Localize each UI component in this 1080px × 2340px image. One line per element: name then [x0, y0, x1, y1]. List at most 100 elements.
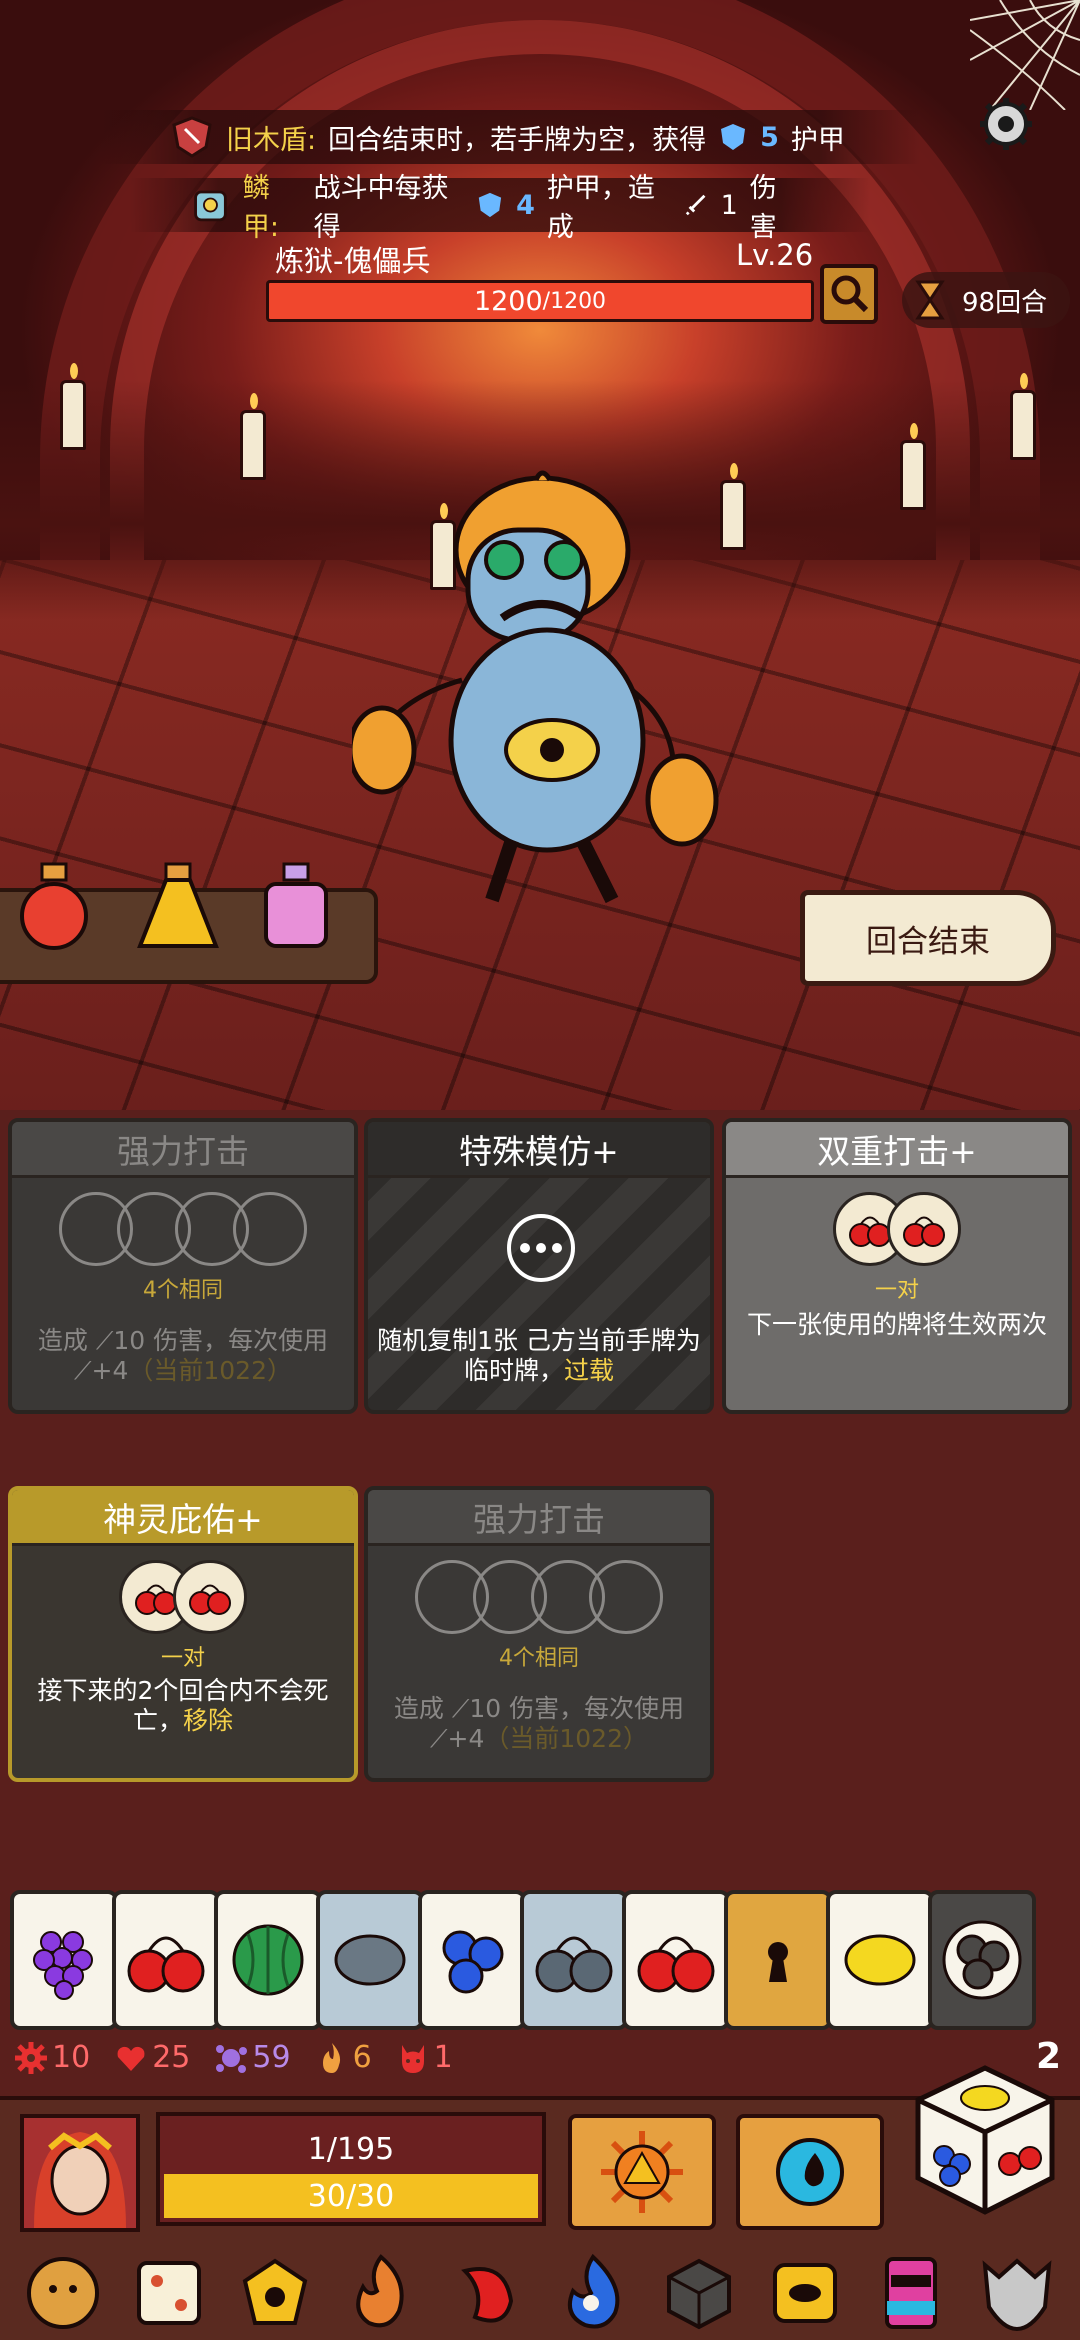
die-lemon-frozen[interactable]	[316, 1890, 424, 2030]
enemy-hp-bar: 1200 /1200	[266, 280, 814, 322]
lock-icon	[768, 1942, 788, 1982]
relic-bar	[0, 2246, 1080, 2340]
silver-demon-relic-icon[interactable]	[975, 2251, 1059, 2335]
effect-text: 随机复制1张 己方当前手牌为临时牌，	[377, 1326, 701, 1385]
die-blueberry[interactable]	[418, 1890, 526, 2030]
red-potion-icon[interactable]	[12, 860, 96, 952]
card-power-strike[interactable]: 强力打击 4个相同 造成 ⟋10 伤害，每次使用 ⟋+4（当前1022）	[8, 1118, 358, 1414]
cherry-icon	[887, 1192, 961, 1266]
card-special-mimic[interactable]: 特殊模仿+ 随机复制1张 己方当前手牌为临时牌，过载	[364, 1118, 714, 1414]
combo-requirement: 4个相同	[499, 1646, 579, 1671]
combo-requirement: 一对	[874, 1278, 919, 1303]
stat-value: 6	[352, 2040, 372, 2075]
damage-value: 10	[113, 1326, 146, 1355]
any-dice-icon	[507, 1214, 575, 1282]
sword-icon: ⟋	[74, 1356, 92, 1385]
red-chili-relic-icon[interactable]	[445, 2251, 529, 2335]
card-title: 强力打击	[368, 1490, 710, 1546]
armor-value: 5	[760, 121, 779, 153]
player-avatar[interactable]	[20, 2114, 140, 2232]
card-double-strike[interactable]: 双重打击+ 一对 下一张使用的牌将生效两次	[722, 1118, 1072, 1414]
lemon-icon	[844, 1934, 916, 1986]
die-locked[interactable]	[724, 1890, 832, 2030]
lion-mask-relic-icon[interactable]	[21, 2251, 105, 2335]
card-title: 神灵庇佑+	[12, 1490, 354, 1546]
enemy-hp-max: /1200	[542, 288, 607, 314]
wood-shield-icon	[172, 116, 212, 158]
card-effect: 下一张使用的牌将生效两次	[746, 1310, 1047, 1339]
blueberry-icon	[442, 1930, 504, 1994]
stat-value: 25	[152, 2040, 191, 2075]
dark-cube-relic-icon[interactable]	[657, 2251, 741, 2335]
die-cherry[interactable]	[112, 1890, 220, 2030]
dice-slot	[589, 1560, 663, 1634]
gear-burst-icon	[15, 2041, 47, 2074]
pink-potion-icon[interactable]	[254, 860, 338, 952]
relic-line-scale-armor: 鳞甲: 战斗中每获得 4 护甲，造成 1 伤害	[130, 173, 870, 243]
stat-strength: 10	[14, 2040, 90, 2075]
player-hp: 1/195	[307, 2132, 395, 2167]
combo-requirement: 一对	[160, 1646, 205, 1671]
grape-icon	[33, 1931, 93, 2000]
crowned-die-relic-icon[interactable]	[233, 2251, 317, 2335]
sword-icon	[686, 194, 706, 216]
stat-poison: 59	[214, 2040, 291, 2075]
die-lemon[interactable]	[826, 1890, 934, 2030]
player-energy: 30/30	[307, 2178, 395, 2214]
stat-curse: 1	[396, 2040, 453, 2075]
stat-value: 10	[52, 2040, 91, 2075]
armor-icon	[721, 124, 746, 150]
spotted-die-relic-icon[interactable]	[127, 2251, 211, 2335]
card-effect: 造成 ⟋10 伤害，每次使用 ⟋+4（当前1022）	[376, 1694, 702, 1754]
settings-gear-icon[interactable]	[974, 96, 1038, 160]
golden-eye-relic-icon[interactable]	[763, 2251, 847, 2335]
dice-slot	[233, 1192, 307, 1266]
stat-vitality: 25	[114, 2040, 190, 2075]
cobweb-icon	[970, 0, 1080, 110]
effect-text: 伤害，每次使用	[153, 1326, 329, 1355]
relic-desc-end: 伤害	[749, 173, 777, 243]
relic-desc-end: 护甲	[790, 124, 845, 156]
lemon-icon	[334, 1934, 406, 1986]
scale-armor-icon	[194, 190, 227, 222]
combo-requirement: 4个相同	[143, 1278, 223, 1303]
die-watermelon[interactable]	[214, 1890, 322, 2030]
magnifier-icon	[831, 275, 869, 313]
dice-slots	[12, 1192, 354, 1266]
card-divine-protection[interactable]: 神灵庇佑+ 一对 接下来的2个回合内不会死亡，移除	[8, 1486, 358, 1782]
splat-icon	[216, 2044, 248, 2073]
end-turn-button[interactable]: 回合结束	[800, 890, 1056, 986]
damage-value: 10	[469, 1694, 502, 1723]
hero-portrait-icon	[34, 2132, 126, 2228]
roll-dice-button[interactable]	[910, 2060, 1060, 2220]
candle-icon	[900, 423, 926, 510]
relic-name: 鳞甲:	[242, 173, 280, 243]
totem-glasses-relic-icon[interactable]	[869, 2251, 953, 2335]
yellow-potion-icon[interactable]	[136, 860, 220, 952]
hourglass-icon	[915, 280, 945, 320]
fire-twist-relic-icon[interactable]	[339, 2251, 423, 2335]
inspect-enemy-button[interactable]	[820, 264, 878, 324]
cherry-icon	[535, 1936, 613, 1993]
stat-burn: 6	[315, 2040, 372, 2075]
die-cherry[interactable]	[622, 1890, 730, 2030]
watermelon-icon	[232, 1924, 304, 1996]
skill-button-sun-die[interactable]	[568, 2114, 716, 2230]
bonus-value: +4	[91, 1356, 129, 1385]
blue-flame-relic-icon[interactable]	[551, 2251, 635, 2335]
stat-value: 59	[252, 2040, 291, 2075]
player-status: 1/195 30/30	[156, 2112, 546, 2226]
die-cherry-frozen[interactable]	[520, 1890, 628, 2030]
card-power-strike[interactable]: 强力打击 4个相同 造成 ⟋10 伤害，每次使用 ⟋+4（当前1022）	[364, 1486, 714, 1782]
relic-name: 旧木盾:	[226, 124, 317, 156]
relic-desc-mid: 护甲，造成	[546, 173, 655, 243]
die-blueberry-selected[interactable]	[928, 1890, 1036, 2030]
player-energy-bar: 30/30	[164, 2174, 538, 2218]
blueberry-icon	[942, 1920, 1022, 2000]
golem-soldier-enemy[interactable]	[352, 470, 732, 910]
skill-button-water-drop[interactable]	[736, 2114, 884, 2230]
card-title: 双重打击+	[726, 1122, 1068, 1178]
die-grape[interactable]	[10, 1890, 118, 2030]
keyword-remove: 移除	[183, 1706, 234, 1735]
enemy-name: 炼狱-傀儡兵	[275, 244, 431, 278]
